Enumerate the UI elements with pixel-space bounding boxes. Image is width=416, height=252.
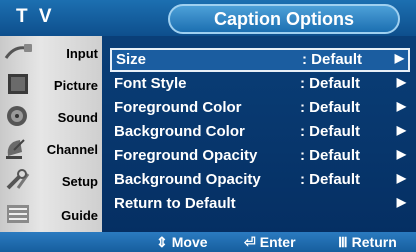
sidebar-item-setup[interactable]: Setup bbox=[0, 166, 102, 194]
menu-item-value: : Default bbox=[300, 147, 360, 164]
menu-item-label: Foreground Opacity bbox=[114, 147, 258, 164]
menu-item-return-to-default[interactable]: Return to Default ▶ bbox=[110, 192, 410, 216]
tools-icon bbox=[6, 169, 30, 190]
menu-item-label: Background Opacity bbox=[114, 171, 261, 188]
satellite-dish-icon bbox=[6, 139, 25, 159]
move-icon: ⇕ bbox=[156, 234, 168, 250]
caption-options-menu: Size : Default ▶ Font Style : Default ▶ … bbox=[102, 36, 416, 232]
sidebar-item-label: Guide bbox=[61, 208, 98, 223]
right-arrow-icon: ▶ bbox=[394, 51, 404, 65]
return-icon: Ⅲ bbox=[338, 234, 348, 250]
sidebar-item-picture[interactable]: Picture bbox=[0, 70, 102, 98]
program-guide-icon bbox=[7, 205, 29, 223]
tv-osd-screen: T V Caption Options Input Picture Sound bbox=[0, 0, 416, 252]
menu-item-background-opacity[interactable]: Background Opacity : Default ▶ bbox=[110, 168, 410, 192]
sidebar-item-label: Sound bbox=[57, 110, 98, 125]
top-bar: T V Caption Options bbox=[0, 0, 416, 36]
tv-label: T V bbox=[16, 6, 55, 27]
menu-item-value: : Default bbox=[300, 171, 360, 188]
sidebar: Input Picture Sound Channel Setup Guide bbox=[0, 36, 102, 232]
return-label: Return bbox=[351, 234, 397, 250]
menu-item-value: : Default bbox=[300, 99, 360, 116]
menu-item-label: Background Color bbox=[114, 123, 245, 140]
menu-item-label: Size bbox=[116, 51, 147, 68]
menu-title: Caption Options bbox=[168, 4, 400, 34]
enter-hint: ⏎ Enter bbox=[244, 234, 296, 251]
bottom-hint-bar: ⇕ Move ⏎ Enter Ⅲ Return bbox=[0, 232, 416, 252]
menu-item-value: : Default bbox=[300, 123, 360, 140]
sidebar-item-input[interactable]: Input bbox=[0, 38, 102, 66]
input-cable-icon bbox=[4, 44, 32, 59]
menu-item-foreground-color[interactable]: Foreground Color : Default ▶ bbox=[110, 96, 410, 120]
right-arrow-icon: ▶ bbox=[396, 99, 406, 113]
right-arrow-icon: ▶ bbox=[396, 195, 406, 209]
sidebar-item-guide[interactable]: Guide bbox=[0, 200, 102, 228]
return-hint: Ⅲ Return bbox=[338, 234, 397, 251]
menu-item-label: Return to Default bbox=[114, 195, 236, 212]
enter-icon: ⏎ bbox=[244, 234, 256, 250]
move-label: Move bbox=[171, 234, 208, 250]
sidebar-item-label: Input bbox=[66, 46, 98, 61]
enter-label: Enter bbox=[259, 234, 296, 250]
right-arrow-icon: ▶ bbox=[396, 75, 406, 89]
sidebar-item-channel[interactable]: Channel bbox=[0, 134, 102, 162]
menu-item-label: Font Style bbox=[114, 75, 187, 92]
menu-item-label: Foreground Color bbox=[114, 99, 242, 116]
sidebar-item-label: Setup bbox=[61, 174, 98, 189]
menu-item-value: : Default bbox=[302, 51, 362, 68]
right-arrow-icon: ▶ bbox=[396, 171, 406, 185]
right-arrow-icon: ▶ bbox=[396, 147, 406, 161]
menu-item-size[interactable]: Size : Default ▶ bbox=[110, 48, 410, 72]
menu-item-background-color[interactable]: Background Color : Default ▶ bbox=[110, 120, 410, 144]
move-hint: ⇕ Move bbox=[156, 234, 208, 251]
menu-item-foreground-opacity[interactable]: Foreground Opacity : Default ▶ bbox=[110, 144, 410, 168]
menu-item-font-style[interactable]: Font Style : Default ▶ bbox=[110, 72, 410, 96]
menu-item-value: : Default bbox=[300, 75, 360, 92]
sidebar-item-sound[interactable]: Sound bbox=[0, 102, 102, 130]
sidebar-item-label: Channel bbox=[46, 142, 98, 157]
right-arrow-icon: ▶ bbox=[396, 123, 406, 137]
picture-icon bbox=[8, 74, 28, 94]
sidebar-item-label: Picture bbox=[53, 78, 98, 93]
speaker-icon bbox=[7, 106, 27, 126]
